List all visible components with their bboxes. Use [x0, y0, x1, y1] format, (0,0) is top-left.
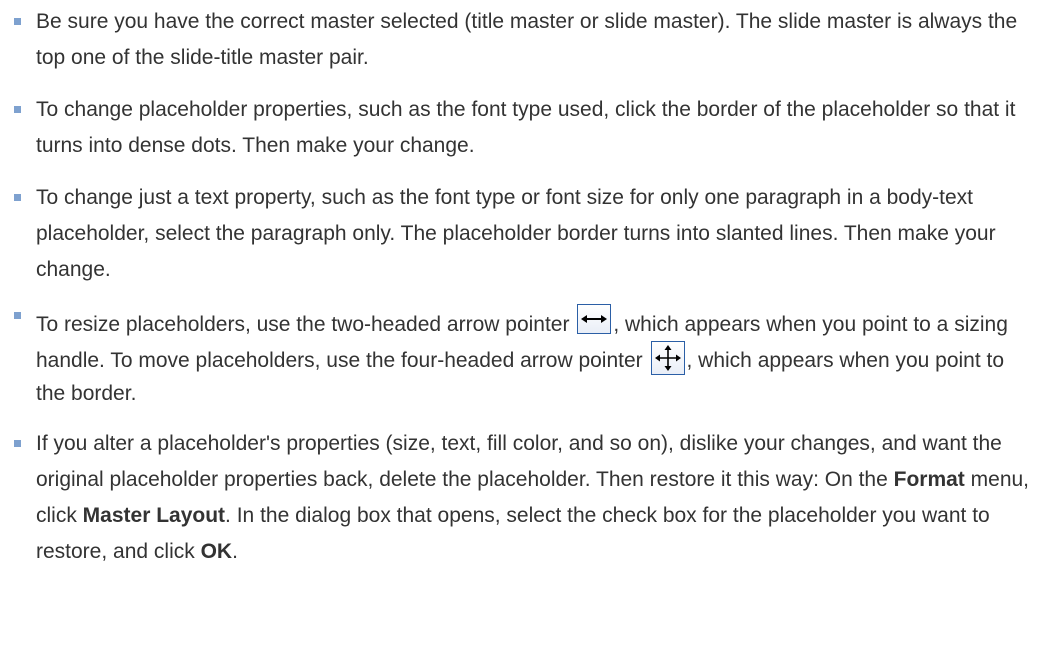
tip-placeholder-properties: To change placeholder properties, such a… [10, 92, 1039, 164]
tip-text-property: To change just a text property, such as … [10, 180, 1039, 288]
tip-text-part: If you alter a placeholder's properties … [36, 432, 1002, 491]
bullet-square-icon [14, 440, 21, 447]
tips-list: Be sure you have the correct master sele… [10, 4, 1039, 570]
tip-restore-placeholder: If you alter a placeholder's properties … [10, 426, 1039, 570]
four-headed-arrow-icon [650, 341, 685, 375]
tip-master-selection: Be sure you have the correct master sele… [10, 4, 1039, 76]
tip-text: To change just a text property, such as … [36, 186, 996, 281]
tip-text: Be sure you have the correct master sele… [36, 10, 1018, 69]
button-name-ok: OK [200, 540, 233, 563]
command-master-layout: Master Layout [82, 504, 226, 527]
menu-name-format: Format [893, 468, 965, 491]
tip-text-part: To resize placeholders, use the two-head… [36, 313, 576, 336]
bullet-square-icon [14, 18, 21, 25]
bullet-square-icon [14, 312, 21, 319]
bullet-square-icon [14, 106, 21, 113]
tip-text: To change placeholder properties, such a… [36, 98, 1016, 157]
tip-resize-move: To resize placeholders, use the two-head… [10, 304, 1039, 410]
bullet-square-icon [14, 194, 21, 201]
document-page: Be sure you have the correct master sele… [0, 0, 1055, 661]
two-headed-arrow-icon [577, 304, 612, 334]
tip-text-part: . [232, 540, 238, 563]
